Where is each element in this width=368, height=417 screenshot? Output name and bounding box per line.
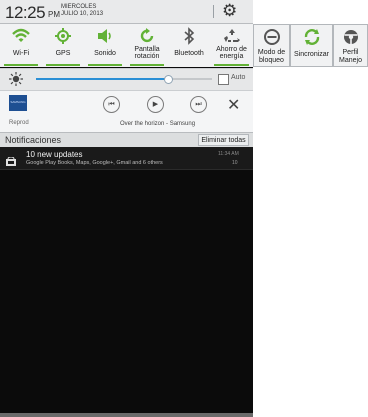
brightness-fill [36,78,168,80]
driving-mode-icon [334,28,367,51]
rotation-icon [126,27,168,47]
toggle-power-saving[interactable]: Ahorro de energía [210,24,253,67]
toggle-label: Wi-Fi [12,50,30,57]
album-thumbnail[interactable]: SAMSUNG [9,95,27,111]
notification-time: 11:34 AM [218,151,239,157]
play-button[interactable]: ▶ [147,96,164,113]
toggle-rotation[interactable]: Pantalla rotación [126,24,169,67]
next-icon: ⏭ [195,101,202,108]
media-player: SAMSUNG Reprod ⏮ ▶ ⏭ ✕ Over the horizon … [0,90,253,132]
toggle-bluetooth[interactable]: Bluetooth [168,24,211,67]
toggle-wifi[interactable]: Wi-Fi [0,24,43,67]
previous-icon: ⏮ [108,101,115,108]
toggle-label: Sonido [94,50,116,57]
notification-item[interactable]: 10 new updates Google Play Books, Maps, … [0,147,253,170]
sound-icon [84,27,126,47]
toggle-sound[interactable]: Sonido [84,24,127,67]
wifi-icon [0,27,42,47]
toggle-label: Perfil Manejo [339,49,362,64]
notifications-header: Notificaciones Eliminar todas [0,132,253,147]
toggle-label: Modo de bloqueo [257,49,286,64]
clock: 12:25 [5,3,46,22]
close-media-icon[interactable]: ✕ [227,95,240,115]
phone-screen: 12:25 PM MIERCOLES JULIO 10, 2013 ⚙ Wi-F… [0,0,253,417]
drag-handle[interactable] [0,413,253,417]
bluetooth-icon [168,27,210,47]
notifications-title: Notificaciones [5,135,62,145]
toggle-driving-mode[interactable]: Perfil Manejo [333,24,368,67]
blocking-mode-icon [254,28,289,51]
toggle-label: Ahorro de energía [216,46,247,60]
clear-all-button[interactable]: Eliminar todas [198,134,249,146]
toggle-label: Bluetooth [174,50,204,57]
status-bar: 12:25 PM MIERCOLES JULIO 10, 2013 ⚙ [0,0,253,24]
next-button[interactable]: ⏭ [190,96,207,113]
toggle-sync[interactable]: Sincronizar [290,24,333,67]
toggle-indicator [214,64,249,66]
toggle-indicator [130,64,164,66]
date-day: MIERCOLES [61,4,97,10]
toggle-indicator [4,64,38,66]
date-display: MIERCOLES JULIO 10, 2013 [61,4,103,18]
gps-icon [42,27,84,47]
toggle-gps[interactable]: GPS [42,24,85,67]
play-icon: ▶ [152,101,159,108]
clock-ampm: PM [48,10,60,19]
brightness-slider-handle[interactable] [164,75,173,84]
toggle-label: GPS [55,50,71,57]
notification-count: 10 [232,160,238,166]
reprod-label: Reprod [9,120,29,126]
toggle-blocking-mode[interactable]: Modo de bloqueo [253,24,290,67]
notification-subtitle: Google Play Books, Maps, Google+, Gmail … [26,160,163,166]
sync-icon [291,28,332,51]
thumbnail-logo: SAMSUNG [10,100,26,104]
toggle-label: Sincronizar [293,51,329,58]
auto-brightness-checkbox[interactable] [218,74,229,85]
power-saving-icon [210,27,253,47]
toggle-indicator [46,64,80,66]
previous-button[interactable]: ⏮ [103,96,120,113]
toggle-label: Pantalla rotación [134,46,160,60]
song-title: Over the horizon - Samsung [120,121,196,127]
divider [213,5,214,18]
brightness-icon [9,72,23,91]
brightness-row: Auto [0,68,253,90]
store-icon [6,153,16,166]
date-text: JULIO 10, 2013 [61,11,104,17]
toggle-indicator [88,64,122,66]
notification-title: 10 new updates [26,150,83,159]
auto-brightness-label: Auto [231,74,246,81]
settings-gear-icon[interactable]: ⚙ [222,2,237,20]
